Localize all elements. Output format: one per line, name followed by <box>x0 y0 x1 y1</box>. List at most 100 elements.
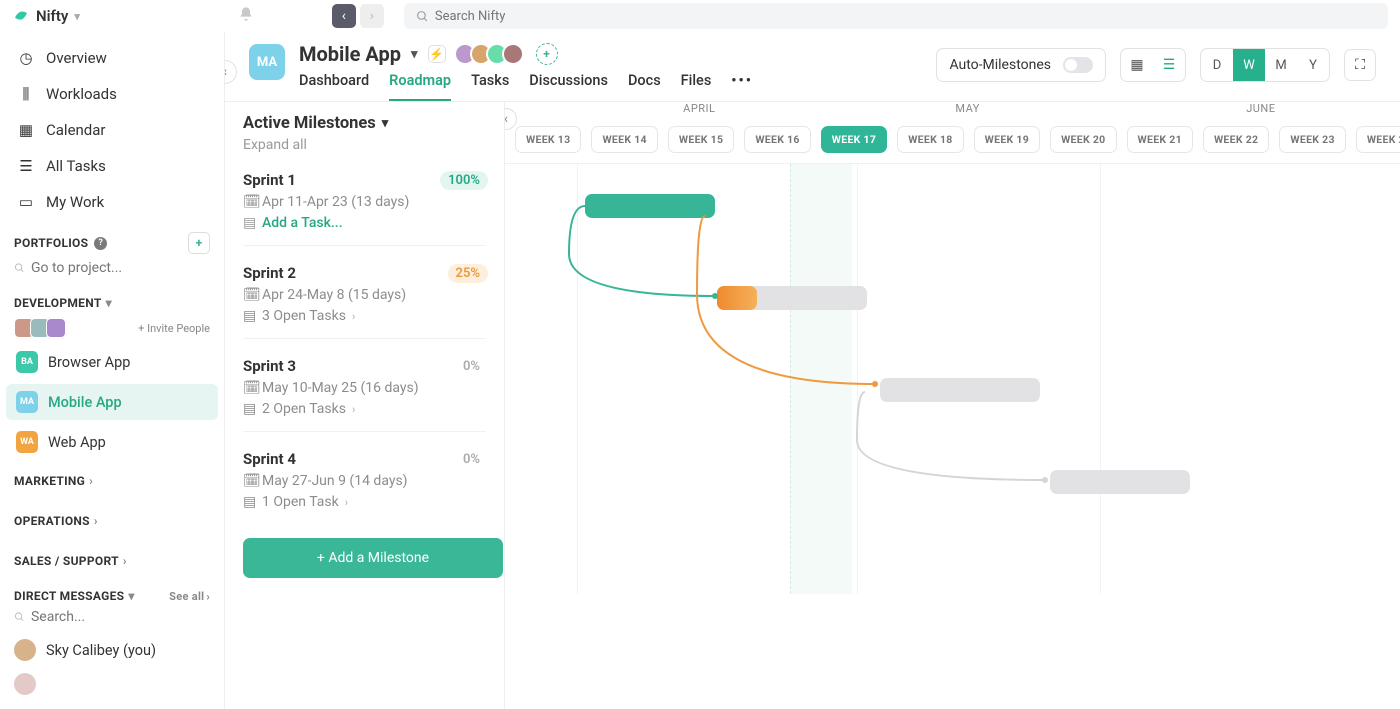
dms-label: DIRECT MESSAGES <box>14 589 124 603</box>
project-title[interactable]: Mobile App <box>299 42 401 66</box>
brand[interactable]: Nifty ▾ <box>12 7 80 25</box>
fullscreen-button[interactable]: ⛶ <box>1344 49 1376 81</box>
bell-icon[interactable] <box>238 6 254 26</box>
milestone-row[interactable]: Sprint 1 100% 🗓Apr 11-Apr 23 (13 days) ▤… <box>243 153 486 246</box>
tab-roadmap[interactable]: Roadmap <box>389 72 451 101</box>
development-members: + Invite People <box>0 314 224 342</box>
help-icon[interactable]: ? <box>94 237 107 250</box>
project-name: Browser App <box>48 354 130 371</box>
marketing-header[interactable]: MARKETING› <box>0 462 224 492</box>
search-bar[interactable] <box>404 3 1388 29</box>
milestones-heading[interactable]: Active Milestones ▾ <box>243 114 486 133</box>
dms-see-all-link[interactable]: See all› <box>169 590 210 603</box>
avatar <box>14 673 36 695</box>
marketing-label: MARKETING <box>14 474 85 488</box>
week-chip[interactable]: WEEK 18 <box>897 126 963 153</box>
development-header[interactable]: DEVELOPMENT▾ <box>0 284 224 314</box>
search-icon <box>14 611 25 623</box>
chevron-right-icon: › <box>123 554 127 568</box>
zoom-week-button[interactable]: W <box>1233 49 1265 81</box>
week-chip[interactable]: WEEK 23 <box>1279 126 1345 153</box>
project-badge: MA <box>16 391 38 413</box>
zoom-year-button[interactable]: Y <box>1297 49 1329 81</box>
week-chip[interactable]: WEEK 21 <box>1127 126 1193 153</box>
milestone-dates: May 27-Jun 9 (14 days) <box>262 473 408 489</box>
task-icon: ▤ <box>243 308 256 324</box>
chevron-down-icon[interactable]: ▾ <box>411 47 418 62</box>
week-chip[interactable]: WEEK 17 <box>821 126 887 153</box>
goto-project[interactable] <box>0 258 224 284</box>
milestone-add-task-link[interactable]: Add a Task... <box>262 215 343 231</box>
history-back-button[interactable]: ‹ <box>332 4 356 28</box>
briefcase-icon: ▭ <box>18 193 34 211</box>
dms-search-input[interactable] <box>31 609 210 625</box>
chevron-right-icon: › <box>345 496 348 509</box>
dm-item[interactable]: Sky Calibey (you) <box>0 633 224 667</box>
dm-item-name: Sky Calibey (you) <box>46 642 156 659</box>
invite-people-link[interactable]: + Invite People <box>138 322 210 335</box>
history-forward-button[interactable]: › <box>360 4 384 28</box>
portfolios-label: PORTFOLIOS <box>14 236 88 250</box>
tab-discussions[interactable]: Discussions <box>529 72 608 101</box>
nav-all-tasks[interactable]: ☰All Tasks <box>0 148 224 184</box>
timeline[interactable]: ‹ APRIL MAY JUNE WEEK 13 WEEK 14 WEEK 15… <box>505 102 1400 709</box>
chevron-right-icon: › <box>94 514 98 528</box>
project-title-row: Mobile App ▾ ⚡ + <box>299 42 753 66</box>
week-chip[interactable]: WEEK 22 <box>1203 126 1269 153</box>
project-item-mobile-app[interactable]: MA Mobile App <box>6 384 218 420</box>
milestone-row[interactable]: Sprint 3 0% 🗓May 10-May 25 (16 days) ▤2 … <box>243 339 486 432</box>
gantt-track-sprint4[interactable] <box>1050 470 1190 494</box>
automation-icon[interactable]: ⚡ <box>428 45 446 63</box>
tab-files[interactable]: Files <box>681 72 712 101</box>
goto-project-input[interactable] <box>31 260 210 276</box>
week-chip[interactable]: WEEK 20 <box>1050 126 1116 153</box>
milestone-row[interactable]: Sprint 2 25% 🗓Apr 24-May 8 (15 days) ▤3 … <box>243 246 486 339</box>
timeline-weeks: WEEK 13 WEEK 14 WEEK 15 WEEK 16 WEEK 17 … <box>505 120 1400 164</box>
add-portfolio-button[interactable]: + <box>188 232 210 254</box>
tab-dashboard[interactable]: Dashboard <box>299 72 369 101</box>
grid-view-button[interactable]: ▦ <box>1121 49 1153 81</box>
list-icon: ☰ <box>18 157 34 175</box>
milestone-tasks[interactable]: 1 Open Task <box>262 494 339 510</box>
nav-calendar-label: Calendar <box>46 121 106 139</box>
task-icon: ▤ <box>243 494 256 510</box>
search-input[interactable] <box>435 9 1376 24</box>
brand-logo-icon <box>12 7 30 25</box>
tab-more-button[interactable]: ••• <box>731 72 753 101</box>
dm-item[interactable] <box>0 667 224 701</box>
milestone-row[interactable]: Sprint 4 0% 🗓May 27-Jun 9 (14 days) ▤1 O… <box>243 432 486 524</box>
dms-search[interactable] <box>0 607 224 633</box>
expand-all-link[interactable]: Expand all <box>243 137 486 153</box>
week-chip[interactable]: WEEK 15 <box>668 126 734 153</box>
project-item-browser-app[interactable]: BA Browser App <box>6 344 218 380</box>
project-members[interactable] <box>460 43 524 65</box>
week-chip[interactable]: WEEK 16 <box>744 126 810 153</box>
add-milestone-button[interactable]: + Add a Milestone <box>243 538 503 578</box>
week-chip[interactable]: WEEK 14 <box>591 126 657 153</box>
list-view-button[interactable]: ☰ <box>1153 49 1185 81</box>
chevron-right-icon: › <box>206 590 210 603</box>
nav-my-work[interactable]: ▭My Work <box>0 184 224 220</box>
operations-header[interactable]: OPERATIONS› <box>0 492 224 532</box>
sales-support-header[interactable]: SALES / SUPPORT› <box>0 532 224 572</box>
week-chip[interactable]: WEEK 13 <box>515 126 581 153</box>
project-item-web-app[interactable]: WA Web App <box>6 424 218 460</box>
gauge-icon: ◷ <box>18 49 34 67</box>
week-chip[interactable]: WEEK 24 <box>1356 126 1400 153</box>
project-tabs: Dashboard Roadmap Tasks Discussions Docs… <box>299 72 753 101</box>
nav-workloads[interactable]: ⫼Workloads <box>0 76 224 112</box>
zoom-day-button[interactable]: D <box>1201 49 1233 81</box>
milestone-name: Sprint 3 <box>243 357 486 375</box>
tab-tasks[interactable]: Tasks <box>471 72 509 101</box>
auto-milestones-toggle[interactable]: Auto-Milestones <box>936 48 1106 82</box>
nav-overview[interactable]: ◷Overview <box>0 40 224 76</box>
avatar <box>14 639 36 661</box>
nav-calendar[interactable]: ▦Calendar <box>0 112 224 148</box>
add-member-button[interactable]: + <box>536 43 558 65</box>
week-chip[interactable]: WEEK 19 <box>974 126 1040 153</box>
zoom-month-button[interactable]: M <box>1265 49 1297 81</box>
milestone-tasks[interactable]: 3 Open Tasks <box>262 308 346 324</box>
dms-header[interactable]: DIRECT MESSAGES▾ See all› <box>0 577 224 607</box>
tab-docs[interactable]: Docs <box>628 72 661 101</box>
milestone-tasks[interactable]: 2 Open Tasks <box>262 401 346 417</box>
